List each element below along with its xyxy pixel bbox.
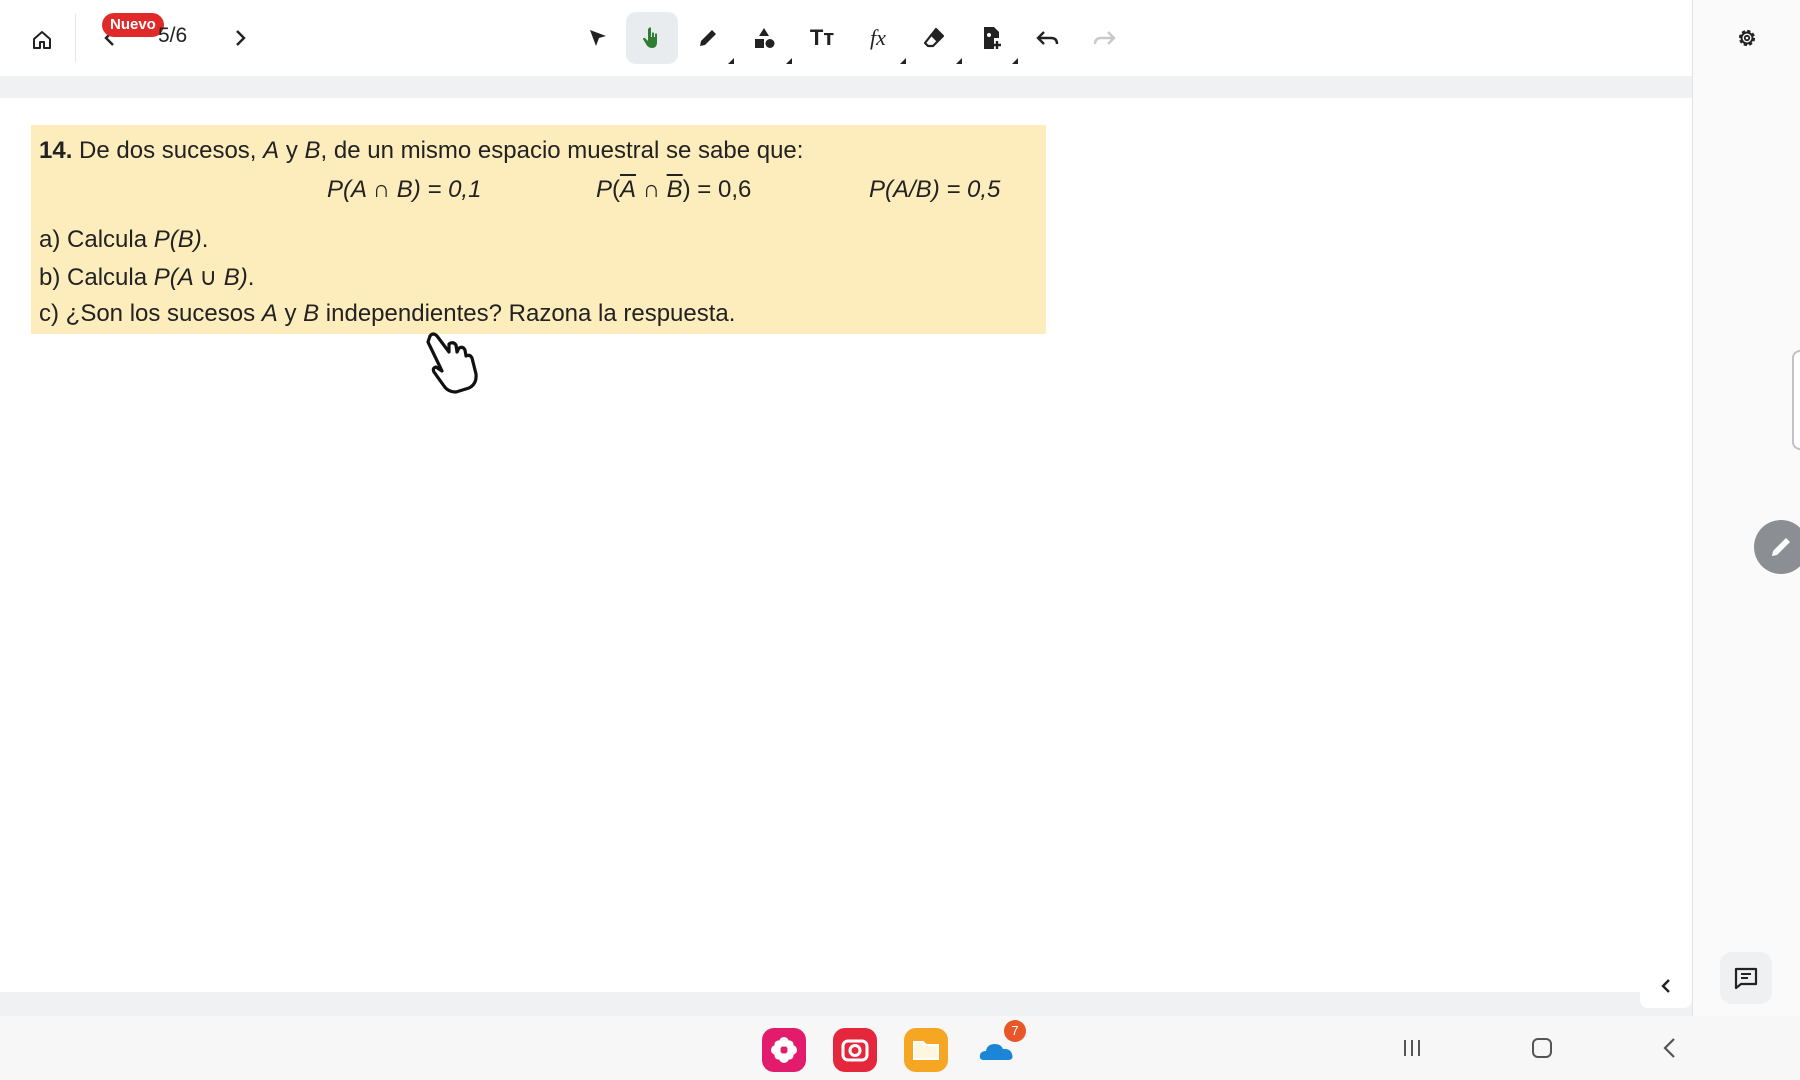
- formula-conditional: P(A/B) = 0,5: [869, 176, 1000, 204]
- question-expr: P(A ∪ B): [153, 264, 248, 291]
- eraser-icon[interactable]: [914, 18, 954, 58]
- formula-body: (A ∩ B) = 0,1: [343, 176, 482, 203]
- intro-conj: y: [279, 137, 305, 164]
- question-var-a: A: [261, 300, 278, 327]
- camera-app-icon[interactable]: [833, 1028, 877, 1072]
- formula-body: (A/B) = 0,5: [885, 176, 1001, 203]
- text-size-label: Tт: [809, 25, 835, 50]
- side-panel-handle[interactable]: [1792, 350, 1800, 450]
- formula-close: ) = 0,6: [682, 176, 752, 203]
- formula-open: (: [612, 176, 621, 203]
- new-badge: Nuevo: [102, 13, 164, 37]
- question-text-end: independientes? Razona la respuesta.: [319, 300, 736, 327]
- question-conj: y: [277, 300, 304, 327]
- hand-cursor-icon: [424, 330, 488, 399]
- back-nav-icon[interactable]: [1650, 1030, 1690, 1066]
- formula-cap: ∩: [636, 176, 667, 203]
- redo-icon[interactable]: [1084, 18, 1124, 58]
- formula-a-bar: A: [620, 176, 637, 203]
- question-a: a) Calcula P(B).: [39, 226, 208, 254]
- insert-options-indicator: [1012, 58, 1018, 64]
- question-end: .: [201, 226, 209, 253]
- hand-icon[interactable]: [626, 12, 678, 64]
- question-expr: P(B): [153, 226, 202, 253]
- page-bottom-strip: [0, 992, 1692, 1016]
- pencil-icon: [1772, 538, 1790, 556]
- page-indicator: 5/6: [158, 24, 188, 47]
- pencil-icon[interactable]: [688, 18, 728, 58]
- home-icon[interactable]: [22, 20, 62, 60]
- shapes-options-indicator: [786, 58, 792, 64]
- recent-apps-icon[interactable]: [1392, 1030, 1432, 1066]
- insert-image-icon[interactable]: [972, 18, 1012, 58]
- formula-b-bar: B: [666, 176, 683, 203]
- question-var-b: B: [303, 300, 320, 327]
- files-app-icon[interactable]: [904, 1028, 948, 1072]
- question-text: Calcula: [60, 264, 154, 291]
- exercise-statement: 14. De dos sucesos, A y B, de un mismo e…: [39, 137, 803, 165]
- chevron-left-icon: [1661, 979, 1670, 993]
- question-label: b): [39, 264, 61, 291]
- var-b: B: [304, 137, 321, 164]
- edit-fab-button[interactable]: [1754, 520, 1800, 574]
- top-toolbar: Nuevo 5/6 Tт fx: [0, 0, 1692, 77]
- home-nav-icon[interactable]: [1522, 1030, 1562, 1066]
- formula-intersection: P(A ∩ B) = 0,1: [327, 176, 481, 204]
- flower-app-icon[interactable]: [762, 1028, 806, 1072]
- settings-icon[interactable]: [1727, 18, 1767, 58]
- question-text: ¿Son los sucesos: [59, 300, 262, 327]
- eraser-options-indicator: [956, 58, 962, 64]
- comment-icon: [1734, 967, 1758, 990]
- right-side-panel: [1692, 0, 1800, 1016]
- text-size-icon[interactable]: Tт: [802, 18, 842, 58]
- var-a: A: [263, 137, 280, 164]
- page-top-strip: [0, 76, 1692, 98]
- collapse-panel-button[interactable]: [1640, 964, 1692, 1008]
- toolbar-divider: [75, 14, 76, 62]
- shapes-icon[interactable]: [744, 18, 784, 58]
- undo-icon[interactable]: [1028, 18, 1068, 58]
- formula-label: fx: [870, 25, 886, 50]
- question-b: b) Calcula P(A ∪ B).: [39, 263, 254, 292]
- notification-badge: 7: [1004, 1020, 1026, 1042]
- formula-p: P: [869, 176, 886, 203]
- comments-button[interactable]: [1720, 952, 1772, 1004]
- formula-icon[interactable]: fx: [858, 18, 898, 58]
- formula-options-indicator: [900, 58, 906, 64]
- intro-text-end: , de un mismo espacio muestral se sabe q…: [320, 137, 804, 164]
- formula-complement-intersection: P(A ∩ B) = 0,6: [596, 176, 751, 204]
- formula-p: P: [596, 176, 613, 203]
- exercise-number: 14.: [39, 137, 73, 164]
- chevron-right-icon[interactable]: [226, 22, 254, 54]
- pencil-options-indicator: [728, 58, 734, 64]
- question-c: c) ¿Son los sucesos A y B independientes…: [39, 300, 735, 328]
- pointer-icon[interactable]: [578, 18, 618, 58]
- question-label: a): [39, 226, 61, 253]
- formula-p: P: [327, 176, 344, 203]
- question-text: Calcula: [60, 226, 154, 253]
- intro-text: De dos sucesos,: [79, 137, 264, 164]
- question-end: .: [247, 264, 255, 291]
- exercise-box: 14. De dos sucesos, A y B, de un mismo e…: [31, 125, 1046, 334]
- question-label: c): [39, 300, 59, 327]
